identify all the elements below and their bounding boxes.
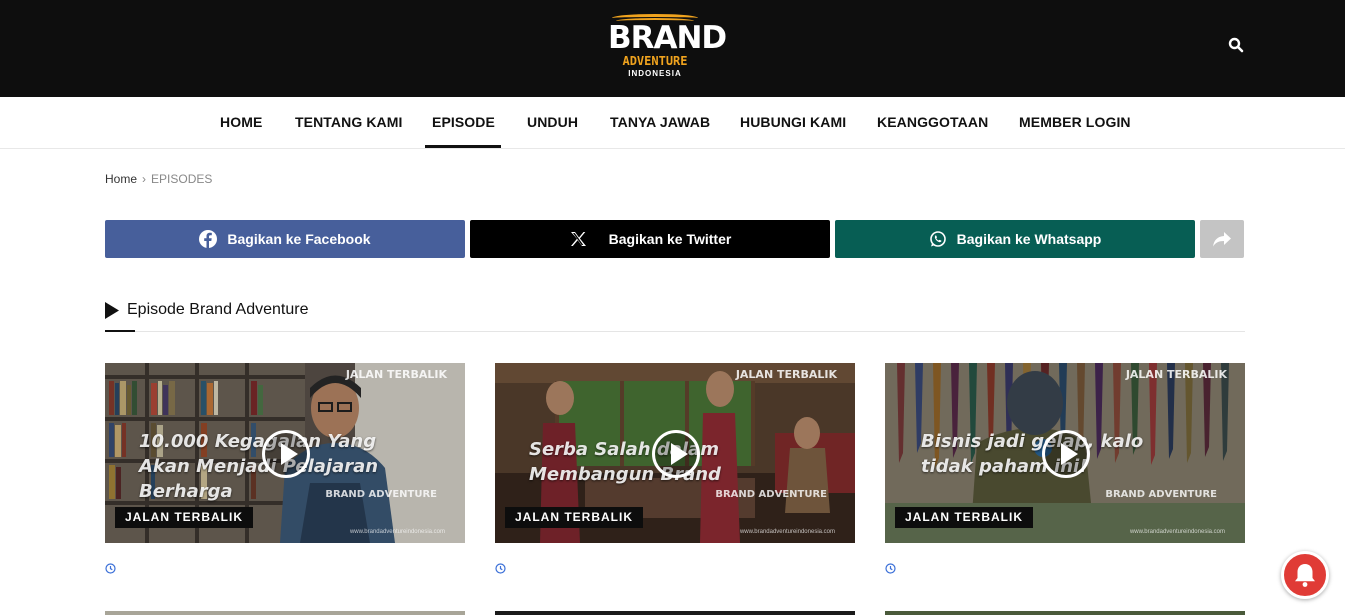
share-icon [1213, 232, 1231, 247]
site-header: BRAND ADVENTURE INDONESIA [0, 0, 1345, 97]
section-divider-accent [105, 330, 135, 332]
corner-logo: BRAND ADVENTURE [325, 489, 437, 500]
episode-card[interactable]: JALAN TERBALIK 10.000 Kegagalan Yang Aka… [105, 363, 465, 543]
nav-active-indicator [425, 145, 501, 148]
nav-item-member-login[interactable]: MEMBER LOGIN [1019, 97, 1131, 148]
breadcrumb: Home › EPISODES [105, 172, 212, 186]
nav-item-tanya-jawab[interactable]: TANYA JAWAB [610, 97, 710, 148]
show-logo: JALAN TERBALIK [345, 368, 447, 381]
breadcrumb-current: EPISODES [151, 172, 213, 186]
breadcrumb-home[interactable]: Home [105, 172, 137, 186]
corner-logo: BRAND ADVENTURE [715, 489, 827, 500]
logo-text-adventure: ADVENTURE [622, 54, 688, 68]
section-heading: Episode Brand Adventure [105, 301, 308, 319]
nav-item-tentang-kami[interactable]: TENTANG KAMI [295, 97, 403, 148]
share-twitter-button[interactable]: Bagikan ke Twitter [470, 220, 830, 258]
share-twitter-label: Bagikan ke Twitter [608, 231, 732, 247]
watermark: www.brandadventureindonesia.com [349, 529, 445, 535]
share-whatsapp-label: Bagikan ke Whatsapp [956, 231, 1102, 247]
play-button-icon[interactable] [1042, 430, 1090, 478]
nav-item-hubungi-kami[interactable]: HUBUNGI KAMI [740, 97, 846, 148]
clock-icon [105, 563, 116, 574]
corner-logo: BRAND ADVENTURE [1105, 489, 1217, 500]
logo-text-brand: BRAND [608, 20, 727, 56]
section-divider [105, 331, 1245, 332]
play-triangle-icon [105, 301, 119, 319]
episode-card[interactable]: JALAN TERBALIK Serba Salah dalam Membang… [495, 363, 855, 543]
clock-icon [495, 563, 506, 574]
clock-icon [885, 563, 896, 574]
nav-item-home[interactable]: HOME [220, 97, 262, 148]
play-button-icon[interactable] [262, 430, 310, 478]
bell-icon [1295, 564, 1315, 587]
share-whatsapp-button[interactable]: Bagikan ke Whatsapp [835, 220, 1195, 258]
share-facebook-label: Bagikan ke Facebook [227, 231, 371, 247]
site-logo[interactable]: BRAND ADVENTURE INDONESIA [608, 14, 727, 84]
search-icon[interactable] [1228, 37, 1248, 57]
notification-bell-button[interactable] [1281, 551, 1329, 599]
facebook-icon [199, 230, 218, 248]
whatsapp-icon [929, 231, 946, 247]
episode-card-next[interactable] [495, 611, 855, 615]
category-badge[interactable]: JALAN TERBALIK [115, 507, 253, 528]
section-title: Episode Brand Adventure [127, 301, 309, 318]
nav-item-unduh[interactable]: UNDUH [527, 97, 578, 148]
watermark: www.brandadventureindonesia.com [1129, 529, 1225, 535]
share-facebook-button[interactable]: Bagikan ke Facebook [105, 220, 465, 258]
share-more-button[interactable] [1200, 220, 1244, 258]
episode-card-next[interactable] [105, 611, 465, 615]
episode-title: Bisnis jadi gelap, kalo tidak paham ini! [921, 431, 1144, 477]
logo-text-indonesia: INDONESIA [628, 69, 682, 78]
play-button-icon[interactable] [652, 430, 700, 478]
watermark: www.brandadventureindonesia.com [739, 529, 835, 535]
x-icon [570, 232, 586, 246]
nav-item-episode[interactable]: EPISODE [432, 97, 495, 148]
show-logo: JALAN TERBALIK [1125, 368, 1227, 381]
category-badge[interactable]: JALAN TERBALIK [895, 507, 1033, 528]
episode-card-next[interactable] [885, 611, 1245, 615]
episode-card[interactable]: JALAN TERBALIK Bisnis jadi gelap, kalo t… [885, 363, 1245, 543]
chevron-right-icon: › [142, 172, 147, 186]
main-nav: HOME TENTANG KAMI EPISODE UNDUH TANYA JA… [0, 97, 1345, 149]
nav-item-keanggotaan[interactable]: KEANGGOTAAN [877, 97, 988, 148]
show-logo: JALAN TERBALIK [735, 368, 837, 381]
category-badge[interactable]: JALAN TERBALIK [505, 507, 643, 528]
